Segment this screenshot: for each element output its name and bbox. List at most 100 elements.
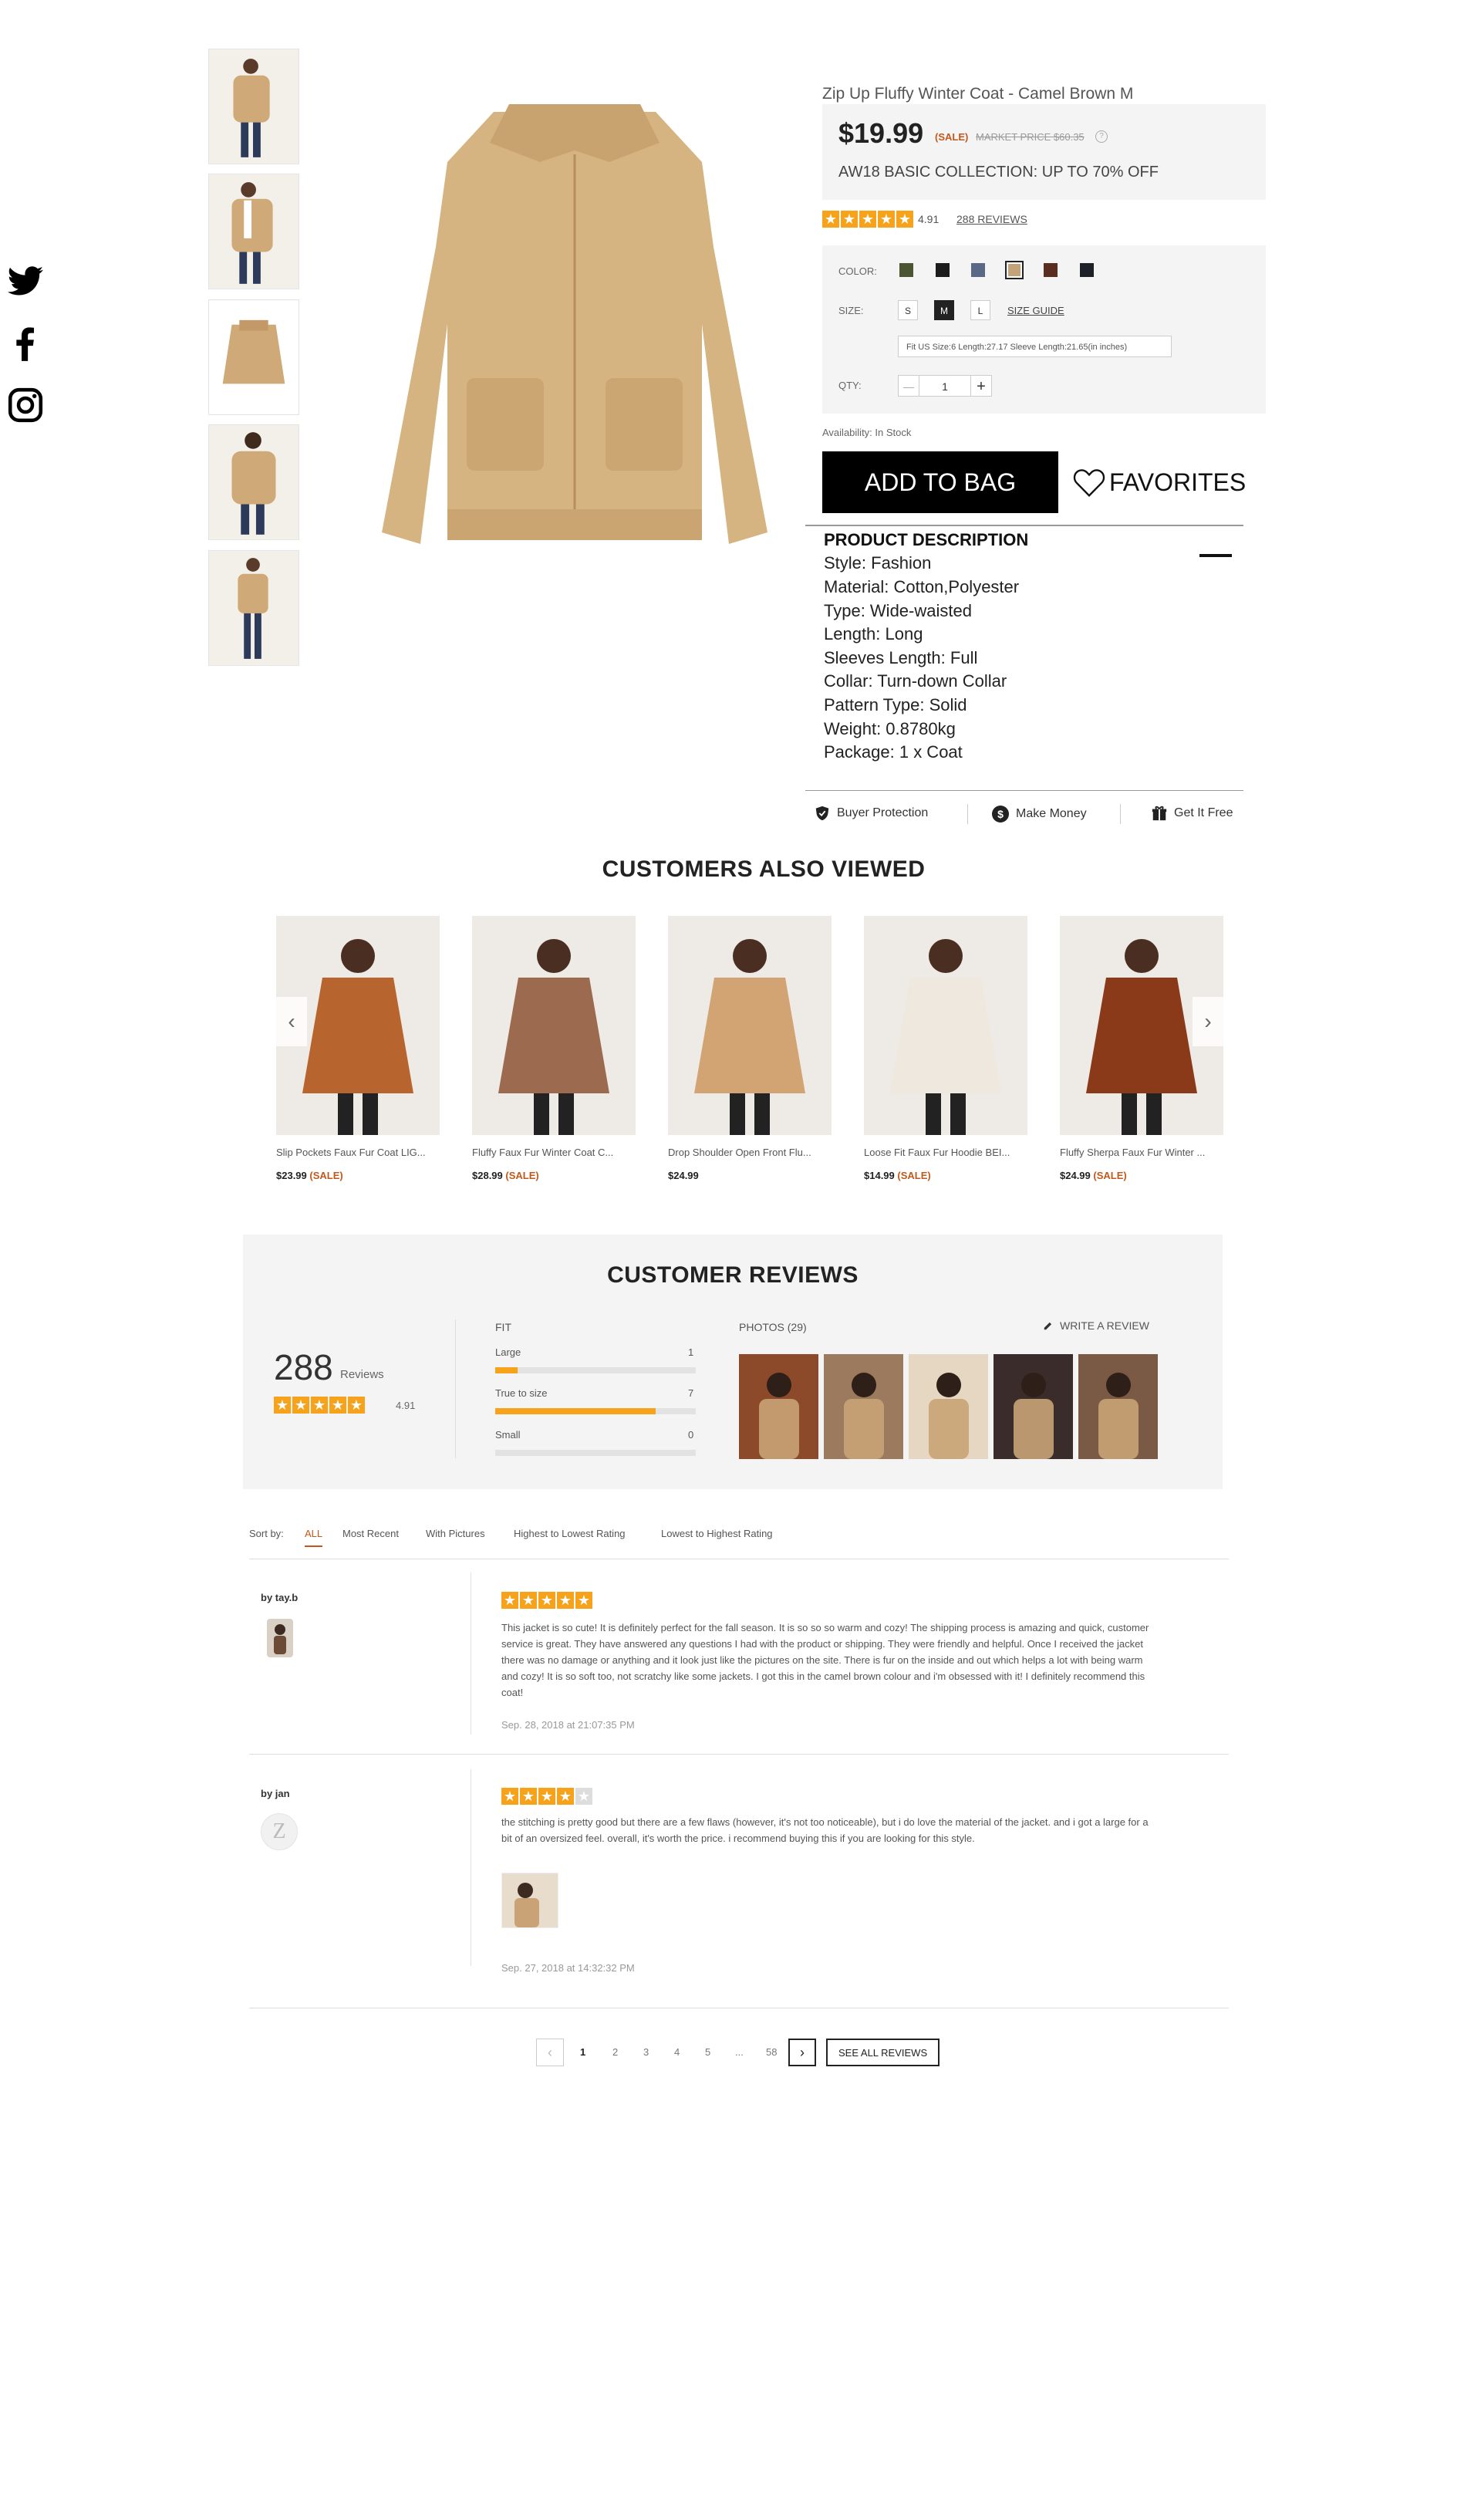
product-card-name[interactable]: Loose Fit Faux Fur Hoodie BEI... <box>864 1147 1027 1158</box>
color-swatch[interactable] <box>1005 261 1024 279</box>
star-icon: ★ <box>274 1397 291 1414</box>
color-swatch[interactable] <box>933 261 952 279</box>
qty-minus-button[interactable]: — <box>898 375 919 397</box>
description-line: Length: Long <box>824 624 923 644</box>
pagination-page[interactable]: 2 <box>612 2046 618 2058</box>
product-card-sale: (SALE) <box>894 1170 931 1181</box>
qty-plus-button[interactable]: + <box>970 375 992 397</box>
see-all-reviews-button[interactable]: SEE ALL REVIEWS <box>826 2039 940 2066</box>
fit-title: FIT <box>495 1321 511 1333</box>
product-thumbnail[interactable] <box>208 49 299 164</box>
get-it-free[interactable]: Get It Free <box>1151 805 1233 822</box>
pagination-prev-button[interactable]: ‹ <box>536 2039 564 2066</box>
product-card-name[interactable]: Fluffy Sherpa Faux Fur Winter ... <box>1060 1147 1223 1158</box>
color-swatch[interactable] <box>897 261 916 279</box>
promo-text: AW18 BASIC COLLECTION: UP TO 70% OFF <box>838 164 1159 181</box>
size-guide-link[interactable]: SIZE GUIDE <box>1007 305 1064 316</box>
instagram-icon[interactable] <box>6 386 45 424</box>
divider <box>249 1754 1229 1755</box>
color-swatch[interactable] <box>1078 261 1096 279</box>
star-icon: ★ <box>878 211 895 228</box>
sort-with-pictures[interactable]: With Pictures <box>426 1528 485 1539</box>
description-line: Collar: Turn-down Collar <box>824 671 1007 691</box>
pagination-next-button[interactable]: › <box>788 2039 816 2066</box>
product-card-name[interactable]: Slip Pockets Faux Fur Coat LIG... <box>276 1147 440 1158</box>
review-photo[interactable] <box>501 1873 558 1928</box>
fit-bar-fill <box>495 1408 656 1414</box>
pagination-page[interactable]: 5 <box>705 2046 710 2058</box>
sort-all[interactable]: ALL <box>305 1528 323 1547</box>
star-icon: ★ <box>557 1592 574 1609</box>
color-label: COLOR: <box>838 265 877 277</box>
star-icon: ★ <box>520 1788 537 1805</box>
fit-count: 1 <box>688 1346 694 1358</box>
review-text: the stitching is pretty good but there a… <box>501 1816 1149 1844</box>
description-line: Style: Fashion <box>824 553 932 573</box>
pagination-page[interactable]: 58 <box>766 2046 777 2058</box>
review-text: This jacket is so cute! It is definitely… <box>501 1622 1149 1698</box>
fit-bar-fill <box>495 1367 518 1373</box>
carousel-prev-button[interactable]: ‹ <box>276 997 307 1046</box>
star-icon: ★ <box>575 1788 592 1805</box>
summary-rating-value: 4.91 <box>396 1400 416 1411</box>
facebook-icon[interactable] <box>6 324 45 363</box>
size-option-s[interactable]: S <box>898 300 918 320</box>
product-price: $19.99 <box>838 117 924 149</box>
collapse-icon[interactable] <box>1199 554 1232 557</box>
product-card-name[interactable]: Drop Shoulder Open Front Flu... <box>668 1147 832 1158</box>
review-photo[interactable] <box>739 1354 818 1459</box>
photos-title: PHOTOS (29) <box>739 1321 807 1333</box>
size-option-l[interactable]: L <box>970 300 990 320</box>
product-card-price-value: $28.99 <box>472 1170 503 1181</box>
main-product-image[interactable] <box>351 69 798 594</box>
favorites-button[interactable]: FAVORITES <box>1072 463 1246 502</box>
pagination-page[interactable]: 1 <box>580 2046 585 2058</box>
star-icon: ★ <box>538 1788 555 1805</box>
sort-most-recent[interactable]: Most Recent <box>342 1528 399 1539</box>
star-icon: ★ <box>896 211 913 228</box>
pagination-page[interactable]: 4 <box>674 2046 680 2058</box>
review-date: Sep. 27, 2018 at 14:32:32 PM <box>501 1962 635 1974</box>
product-card-image[interactable] <box>864 916 1027 1135</box>
qty-input[interactable]: 1 <box>919 375 971 397</box>
review-count-label: Reviews <box>340 1368 384 1381</box>
fit-count: 7 <box>688 1387 694 1399</box>
review-avatar: Z <box>261 1813 298 1850</box>
buyer-protection[interactable]: Buyer Protection <box>814 805 928 822</box>
pagination-page[interactable]: 3 <box>643 2046 649 2058</box>
star-icon: ★ <box>311 1397 328 1414</box>
product-card-image[interactable] <box>668 916 832 1135</box>
reviews-link[interactable]: 288 REVIEWS <box>956 213 1027 225</box>
carousel-next-button[interactable]: › <box>1193 997 1223 1046</box>
description-line: Package: 1 x Coat <box>824 742 963 762</box>
reviews-title: CUSTOMER REVIEWS <box>607 1262 859 1288</box>
star-icon: ★ <box>575 1592 592 1609</box>
description-line: Pattern Type: Solid <box>824 695 967 714</box>
color-swatch[interactable] <box>969 261 987 279</box>
star-icon: ★ <box>348 1397 365 1414</box>
review-photo[interactable] <box>1078 1354 1158 1459</box>
dollar-icon: $ <box>992 806 1009 823</box>
description-title[interactable]: PRODUCT DESCRIPTION <box>824 530 1028 550</box>
review-photo[interactable] <box>909 1354 988 1459</box>
add-to-bag-button[interactable]: ADD TO BAG <box>822 451 1058 513</box>
color-swatch[interactable] <box>1041 261 1060 279</box>
info-icon[interactable]: ? <box>1095 130 1108 143</box>
make-money[interactable]: $ Make Money <box>991 805 1087 823</box>
product-thumbnail[interactable] <box>208 299 299 415</box>
product-thumbnail[interactable] <box>208 424 299 540</box>
product-card-image[interactable] <box>472 916 636 1135</box>
twitter-icon[interactable] <box>6 262 45 301</box>
review-photo[interactable] <box>994 1354 1073 1459</box>
write-review-button[interactable]: WRITE A REVIEW <box>1043 1319 1149 1332</box>
review-photo[interactable] <box>824 1354 903 1459</box>
product-thumbnail[interactable] <box>208 174 299 289</box>
description-line: Weight: 0.8780kg <box>824 719 956 738</box>
product-thumbnail[interactable] <box>208 550 299 666</box>
sort-highest-to-lowest[interactable]: Highest to Lowest Rating <box>514 1528 626 1539</box>
sort-lowest-to-highest[interactable]: Lowest to Highest Rating <box>661 1528 773 1539</box>
product-card-sale: (SALE) <box>306 1170 343 1181</box>
size-option-m[interactable]: M <box>934 300 954 320</box>
star-icon: ★ <box>501 1592 518 1609</box>
product-card-name[interactable]: Fluffy Faux Fur Winter Coat C... <box>472 1147 636 1158</box>
